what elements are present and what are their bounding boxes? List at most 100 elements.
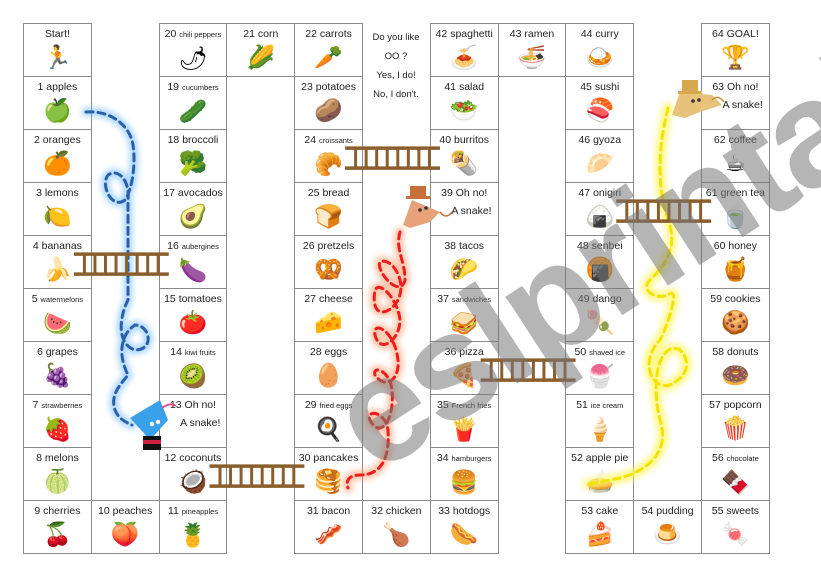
square-number: 49 [577, 293, 593, 305]
square-word: lemons [44, 187, 79, 199]
board-square-33: 33 hotdogs 🌭 [429, 500, 499, 554]
coconut-icon: 🥥 [178, 469, 208, 495]
square-label: 28 eggs [295, 346, 362, 358]
board-square-62: 62 coffee ☕ [701, 129, 770, 183]
square-number: 20 [164, 28, 180, 40]
eggplant-icon: 🍆 [178, 258, 208, 284]
board-square-53: 53 cake 🍰 [565, 500, 635, 554]
square-number: 47 [578, 187, 594, 199]
square-label: 31 bacon [295, 505, 362, 517]
square-label: 32 chicken [363, 505, 430, 517]
square-label: 9 cherries [24, 505, 91, 517]
square-label: Start! [24, 28, 91, 40]
square-word: cucumbers [181, 83, 219, 92]
square-number: 1 [37, 81, 47, 93]
square-word: French fries [451, 401, 492, 410]
board-square-42: 42 spaghetti 🍝 [429, 23, 499, 77]
board-square-56: 56 chocolate 🍫 [701, 447, 770, 501]
square-number: 9 [34, 505, 44, 517]
green-tea-icon: 🍵 [721, 204, 750, 230]
board-square-40: 40 burritos 🌯 [429, 129, 499, 183]
board-square-1: 1 apples 🍏 [23, 76, 92, 130]
square-word: sweets [726, 505, 760, 517]
french-fries-icon: 🍟 [449, 417, 479, 443]
square-number: 15 [164, 293, 179, 305]
square-word: eggs [324, 346, 348, 358]
square-word: sushi [594, 81, 620, 93]
bread-icon: 🍞 [314, 204, 343, 230]
square-label: 11 pineapples [160, 505, 227, 518]
square-number: 54 [641, 505, 657, 517]
square-word: cherries [43, 505, 81, 517]
snake-warning: A snake! [180, 417, 221, 429]
board-square-7: 7 strawberries 🍓 [23, 394, 92, 448]
board-square-59: 59 cookies 🍪 [701, 288, 770, 342]
square-number: 37 [437, 293, 452, 305]
square-label: 41 salad [431, 81, 498, 93]
square-word: strawberries [41, 401, 83, 410]
board-square-44: 44 curry 🍛 [565, 23, 635, 77]
square-word: bacon [321, 505, 351, 517]
square-word: cheese [318, 293, 353, 305]
square-word: Oh no! [455, 187, 488, 199]
board-square-54: 54 pudding 🍮 [633, 500, 702, 554]
board-square-45: 45 sushi 🍣 [565, 76, 635, 130]
board-square-43: 43 ramen 🍜 [497, 23, 567, 77]
square-label: 51 ice cream [566, 399, 633, 412]
square-word: coffee [728, 134, 757, 146]
question-box: Do you like OO ? Yes, I do! No, I don't. [362, 28, 430, 104]
cookie-icon: 🍪 [721, 310, 750, 336]
board-square-60: 60 honey 🍯 [701, 235, 770, 289]
chili-pepper-icon: 🌶 [178, 46, 208, 72]
board-square-48: 48 senbei 🍘 [565, 235, 635, 289]
taco-icon: 🌮 [449, 257, 479, 283]
square-word: spaghetti [450, 28, 493, 40]
board-square-61: 61 green tea 🍵 [701, 182, 770, 236]
board-square-28: 28 eggs 🥚 [294, 341, 363, 395]
ice-cream-icon: 🍦 [585, 417, 615, 443]
square-word: peaches [112, 505, 153, 517]
square-number: 16 [167, 240, 182, 252]
square-label: 36 pizza [431, 346, 498, 358]
square-label: 50 shaved ice [566, 346, 633, 359]
board-square-3: 3 lemons 🍋 [23, 182, 92, 236]
board-square-36: 36 pizza 🍕 [429, 341, 499, 395]
square-number: 31 [306, 505, 322, 517]
corn-icon: 🌽 [246, 45, 276, 71]
board-square-22: 22 carrots 🥕 [294, 23, 363, 77]
board-square-2: 2 oranges 🍊 [23, 129, 92, 183]
square-label: 52 apple pie [566, 452, 633, 464]
square-label: 49 dango [566, 293, 633, 305]
coffee-icon: ☕ [725, 151, 746, 177]
square-number: 29 [304, 399, 320, 411]
square-label: 40 burritos [431, 134, 498, 146]
square-word: dango [592, 293, 622, 305]
rice-ball-icon: 🍙 [585, 204, 615, 230]
grapes-icon: 🍇 [43, 363, 72, 389]
popcorn-icon: 🍿 [721, 416, 750, 442]
square-word: bananas [41, 240, 82, 252]
board-square-15: 15 tomatoes 🍅 [158, 288, 228, 342]
board-square-start: Start! 🏃 [23, 23, 92, 77]
square-label: 61 green tea [702, 187, 769, 199]
square-number: 44 [580, 28, 596, 40]
square-label: 22 carrots [295, 28, 362, 40]
square-word: pizza [459, 346, 484, 358]
chicken-leg-icon: 🍗 [382, 522, 411, 548]
sandwich-icon: 🥪 [449, 311, 479, 337]
pie-icon: 🥧 [585, 469, 615, 495]
square-number: 43 [509, 28, 525, 40]
square-word: apples [46, 81, 78, 93]
square-number: 45 [580, 81, 595, 93]
square-label: 10 peaches [92, 505, 159, 517]
square-word: aubergines [181, 242, 219, 251]
board-square-26: 26 pretzels 🥨 [294, 235, 363, 289]
square-number: 25 [307, 187, 323, 199]
square-label: 13 Oh no! [160, 399, 227, 411]
hotdog-icon: 🌭 [449, 522, 479, 548]
board-square-35: 35 French fries 🍟 [429, 394, 499, 448]
square-label: 63 Oh no! [702, 81, 769, 93]
square-number: 55 [711, 505, 727, 517]
board-square-57: 57 popcorn 🍿 [701, 394, 770, 448]
square-label: 62 coffee [702, 134, 769, 146]
